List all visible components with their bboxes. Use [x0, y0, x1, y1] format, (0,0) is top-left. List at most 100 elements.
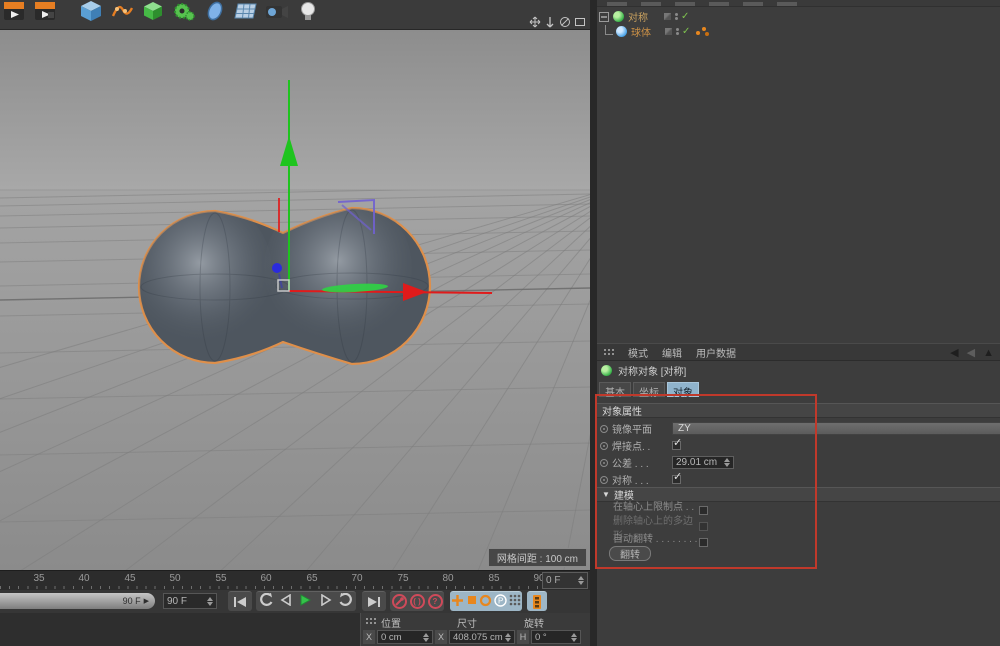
panel-up-icon[interactable]: ▲: [983, 347, 994, 359]
size-x-field[interactable]: 408.075 cm: [449, 630, 515, 644]
symmetry-checkbox[interactable]: ✓: [672, 475, 681, 484]
menu-mode[interactable]: 模式: [628, 345, 648, 360]
panel-divider[interactable]: [590, 0, 597, 646]
collapse-arrow-icon[interactable]: ▼: [602, 490, 610, 499]
editor-visibility-toggle[interactable]: [665, 28, 672, 35]
previous-key-button[interactable]: [259, 593, 273, 610]
ruler-tick: 65: [301, 573, 323, 584]
render-view-icon[interactable]: [2, 0, 26, 22]
menu-user-data[interactable]: 用户数据: [696, 345, 736, 360]
subdivision-gears-icon[interactable]: [172, 0, 196, 22]
object-properties-header[interactable]: 对象属性: [597, 403, 1000, 418]
next-frame-button[interactable]: [319, 594, 332, 609]
keyframe-question-button[interactable]: ?: [428, 594, 443, 609]
stepper-icon[interactable]: [207, 597, 213, 606]
rotation-toggle-icon[interactable]: [479, 594, 492, 610]
stepper-icon[interactable]: [505, 633, 511, 642]
weld-points-checkbox[interactable]: ✓: [672, 441, 681, 450]
next-key-button[interactable]: [339, 593, 353, 610]
point-level-animation-icon[interactable]: [509, 594, 521, 609]
goto-end-button[interactable]: [362, 591, 386, 611]
keyframe-circle-icon[interactable]: [600, 425, 608, 433]
tolerance-field[interactable]: 29.01 cm: [672, 456, 734, 469]
clamp-points-checkbox[interactable]: [699, 506, 708, 515]
keyframe-circle-icon[interactable]: [600, 442, 608, 450]
param-label: 公差: [612, 459, 632, 470]
visibility-dots[interactable]: [675, 13, 678, 20]
scale-toggle-icon[interactable]: [466, 594, 478, 609]
record-keyframes-button[interactable]: [392, 594, 407, 609]
parameter-toggle-icon[interactable]: P: [494, 594, 507, 610]
3d-viewport[interactable]: 网格间距 : 100 cm: [0, 30, 590, 570]
object-manager-menubar[interactable]: [597, 0, 1000, 7]
generator-cube-icon[interactable]: [141, 0, 165, 22]
object-name[interactable]: 对称: [628, 9, 648, 24]
pan-icon[interactable]: [528, 15, 541, 28]
weld-points-row: 焊接点. . ✓: [600, 438, 681, 453]
rotation-h-field[interactable]: 0 °: [531, 630, 581, 644]
panel-grip-icon[interactable]: [365, 617, 376, 626]
object-row-symmetry[interactable]: 对称 ✓: [599, 9, 689, 24]
position-toggle-icon[interactable]: [451, 594, 464, 610]
panel-grip-icon[interactable]: [603, 348, 614, 357]
selected-object-title: 对称对象 [对称]: [601, 363, 686, 378]
position-x-field[interactable]: 0 cm: [377, 630, 433, 644]
param-label: 自动翻转: [613, 534, 653, 545]
stepper-icon[interactable]: [724, 458, 730, 467]
tab-basic[interactable]: 基本: [599, 382, 631, 397]
timeline-range-slider[interactable]: 90 F ▶: [0, 593, 155, 609]
autokeying-button[interactable]: ( ): [410, 594, 425, 609]
tab-coord[interactable]: 坐标: [633, 382, 665, 397]
menu-edit[interactable]: 编辑: [662, 345, 682, 360]
tab-object[interactable]: 对象: [667, 382, 699, 397]
dropdown-value: ZY: [678, 423, 691, 434]
stepper-icon[interactable]: [571, 633, 577, 642]
rotate-icon[interactable]: [558, 15, 571, 28]
history-forward-icon[interactable]: ◀: [967, 346, 975, 359]
goto-start-button[interactable]: [228, 591, 252, 611]
stepper-icon[interactable]: [423, 633, 429, 642]
expander-icon[interactable]: [599, 12, 609, 22]
sphere-object-icon[interactable]: [616, 26, 627, 37]
keyframe-circle-icon[interactable]: [600, 459, 608, 467]
render-settings-icon[interactable]: [33, 0, 57, 22]
flip-button[interactable]: 翻转: [609, 546, 651, 561]
flip-button-label: 翻转: [620, 546, 640, 561]
play-button[interactable]: [299, 594, 312, 609]
symmetry-object-icon: [601, 365, 612, 376]
ruler-tick: 40: [73, 573, 95, 584]
symmetry-object-icon[interactable]: [613, 11, 624, 22]
cube-primitive-icon[interactable]: [79, 0, 103, 22]
keyframe-circle-icon[interactable]: [600, 476, 608, 484]
rotation-h-value: 0 °: [535, 632, 571, 643]
maximize-view-icon[interactable]: [573, 15, 586, 28]
current-frame-field[interactable]: 90 F: [163, 593, 217, 609]
bottom-spacer: [0, 613, 360, 646]
camera-icon[interactable]: [265, 0, 289, 22]
previous-frame-button[interactable]: [280, 594, 293, 609]
phong-tag-icon[interactable]: [696, 26, 710, 37]
object-name[interactable]: 球体: [631, 24, 651, 39]
spline-pen-icon[interactable]: [110, 0, 134, 22]
keyframe-palette-button[interactable]: [527, 591, 547, 611]
mirror-plane-dropdown[interactable]: ZY: [672, 422, 1000, 435]
stepper-icon[interactable]: [578, 576, 584, 585]
visibility-dots[interactable]: [676, 28, 679, 35]
end-frame-value: 0 F: [546, 575, 578, 586]
light-icon[interactable]: [296, 0, 320, 22]
editor-visibility-toggle[interactable]: [664, 13, 671, 20]
history-back-icon[interactable]: ◀: [950, 346, 958, 359]
viewport-canvas: [0, 30, 590, 570]
object-row-sphere[interactable]: 球体 ✓: [605, 24, 710, 39]
check-icon: ✓: [673, 470, 682, 483]
zoom-icon[interactable]: [543, 15, 556, 28]
delete-polygons-checkbox[interactable]: [699, 522, 708, 531]
deformer-bend-icon[interactable]: [203, 0, 227, 22]
end-frame-field[interactable]: 0 F: [542, 572, 588, 589]
array-grid-icon[interactable]: [234, 0, 258, 22]
rotation-header: 旋转: [524, 615, 544, 630]
enable-check-icon[interactable]: ✓: [682, 26, 690, 37]
timeline-ruler[interactable]: 35 40 45 50 55 60 65 70 75 80 85 90 0 F: [0, 570, 590, 590]
enable-check-icon[interactable]: ✓: [681, 11, 689, 22]
auto-flip-checkbox[interactable]: [699, 538, 708, 547]
